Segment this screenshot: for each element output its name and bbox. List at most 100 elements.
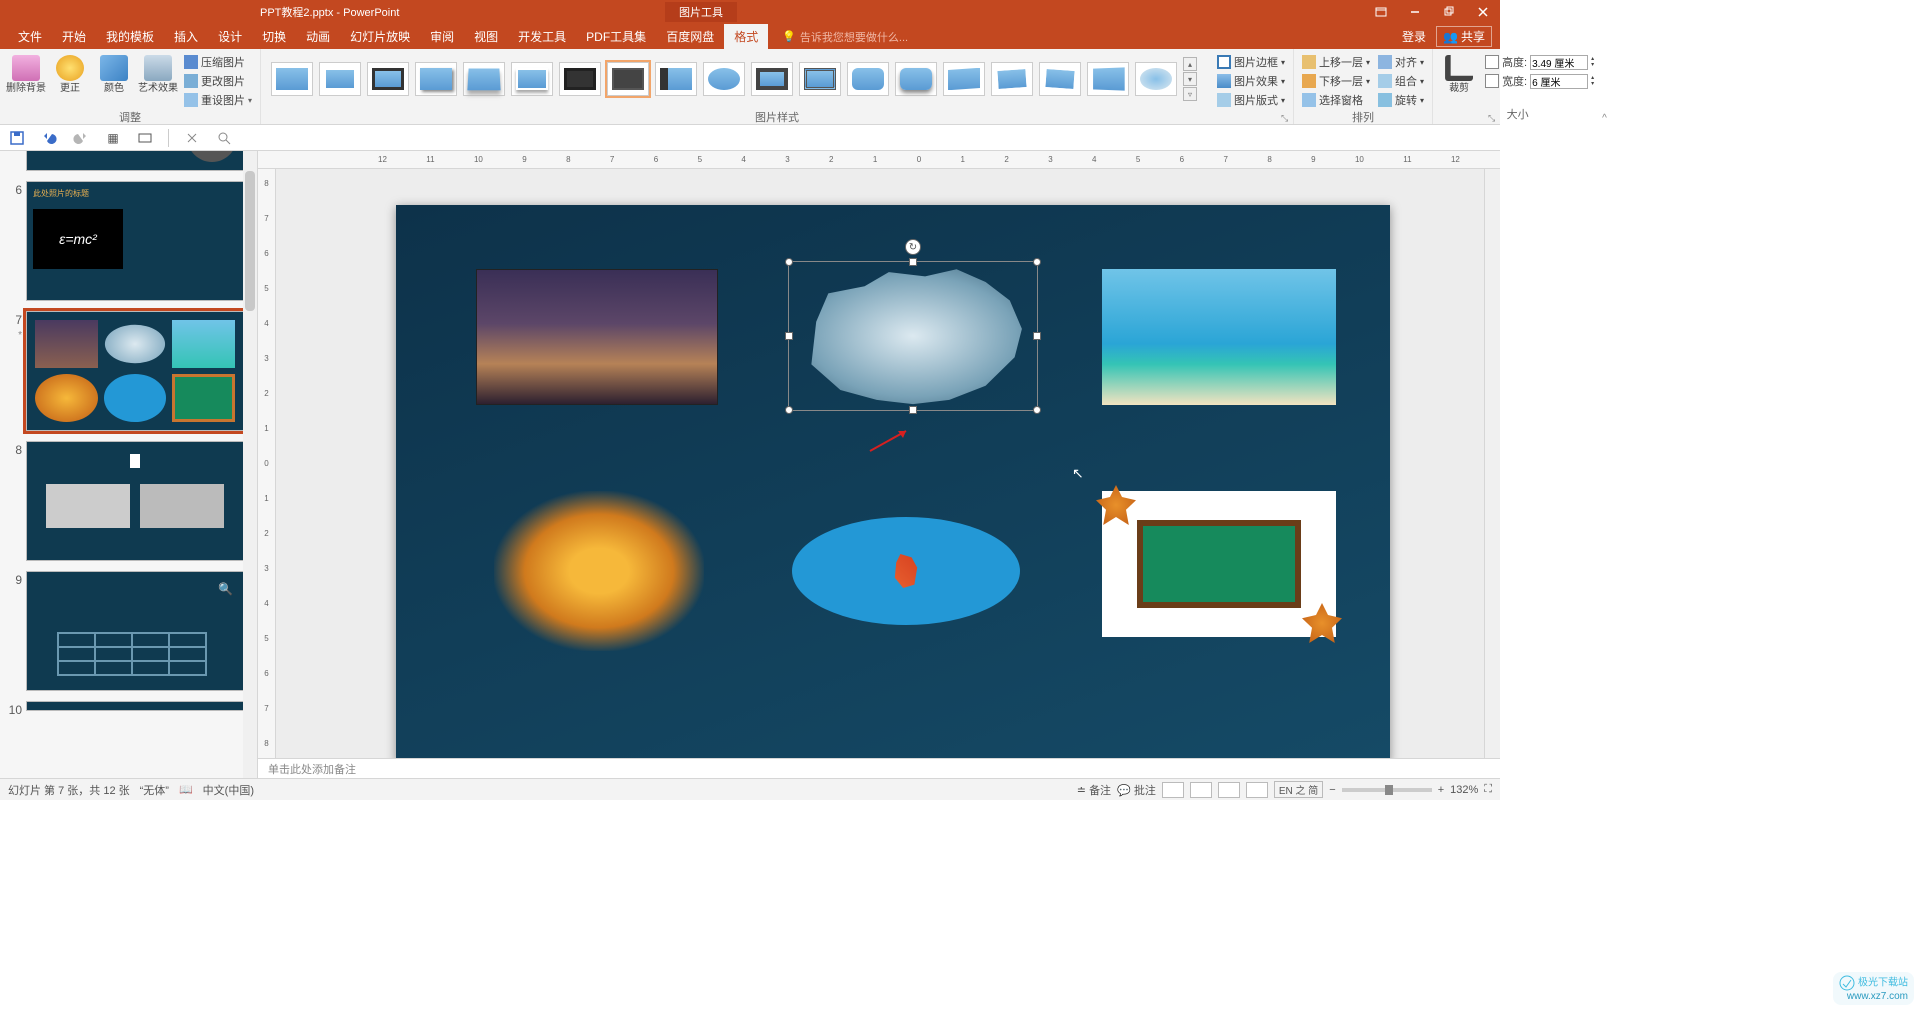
thumbnail-slide-10[interactable]: 10 — [8, 701, 253, 717]
style-thumb[interactable] — [559, 62, 601, 96]
picture-effects-button[interactable]: 图片效果▾ — [1215, 72, 1287, 90]
picture-oval-logo[interactable] — [792, 517, 1020, 625]
compress-pictures-button[interactable]: 压缩图片 — [182, 53, 254, 71]
search-icon[interactable] — [215, 129, 233, 147]
tab-slideshow[interactable]: 幻灯片放映 — [340, 24, 420, 49]
redo-icon[interactable] — [72, 129, 90, 147]
close-icon[interactable] — [1466, 0, 1500, 24]
tab-home[interactable]: 开始 — [52, 24, 96, 49]
style-thumb[interactable] — [847, 62, 889, 96]
thumbnail-slide-8[interactable]: 8 — [8, 441, 253, 561]
tab-view[interactable]: 视图 — [464, 24, 508, 49]
style-thumb[interactable] — [703, 62, 745, 96]
picture-cityscape[interactable] — [476, 269, 718, 405]
height-down-icon[interactable]: ▾ — [1591, 62, 1594, 68]
qat-icon[interactable]: ▦ — [104, 129, 122, 147]
resize-handle[interactable] — [1033, 332, 1041, 340]
resize-handle[interactable] — [909, 406, 917, 414]
collapse-ribbon-icon[interactable]: ^ — [1602, 49, 1607, 124]
editor-scrollbar[interactable] — [1484, 169, 1500, 758]
picture-beach[interactable] — [1102, 269, 1336, 405]
comments-button[interactable]: 💬 批注 — [1117, 782, 1156, 798]
gallery-up-icon[interactable]: ▴ — [1183, 57, 1197, 71]
style-thumb[interactable] — [655, 62, 697, 96]
minimize-icon[interactable] — [1398, 0, 1432, 24]
tab-insert[interactable]: 插入 — [164, 24, 208, 49]
status-language[interactable]: 中文(中国) — [203, 782, 254, 798]
corrections-button[interactable]: 更正 — [50, 51, 90, 94]
style-thumb[interactable] — [1039, 62, 1081, 96]
zoom-level[interactable]: 132% — [1450, 784, 1478, 796]
ime-indicator[interactable]: EN 之 简 — [1274, 781, 1323, 798]
gallery-down-icon[interactable]: ▾ — [1183, 72, 1197, 86]
rotate-handle-icon[interactable]: ↻ — [905, 239, 921, 255]
height-field[interactable]: 高度:▴▾ — [1483, 53, 1596, 71]
notes-button[interactable]: ≐ 备注 — [1077, 782, 1111, 798]
artistic-effects-button[interactable]: 艺术效果 — [138, 51, 178, 94]
picture-border-button[interactable]: 图片边框▾ — [1215, 53, 1287, 71]
slide-thumbnails-panel[interactable]: 6 此处照片的标题 ε=mc² 7* 8 9 — [0, 151, 258, 778]
style-thumb[interactable] — [991, 62, 1033, 96]
contextual-tab-label[interactable]: 图片工具 — [665, 2, 737, 22]
selection-pane-button[interactable]: 选择窗格 — [1300, 91, 1372, 109]
restore-icon[interactable] — [1432, 0, 1466, 24]
zoom-in-icon[interactable]: + — [1438, 784, 1444, 796]
thumbnail-slide-9[interactable]: 9 🔍 — [8, 571, 253, 691]
resize-handle[interactable] — [785, 406, 793, 414]
height-input[interactable] — [1530, 55, 1588, 70]
ribbon-options-icon[interactable] — [1364, 0, 1398, 24]
resize-handle[interactable] — [785, 258, 793, 266]
thumbnail-slide-5[interactable] — [8, 151, 253, 171]
change-picture-button[interactable]: 更改图片 — [182, 72, 254, 90]
fit-to-window-icon[interactable]: ⛶ — [1484, 783, 1492, 796]
save-icon[interactable] — [8, 129, 26, 147]
horizontal-ruler[interactable]: 1211109876543210123456789101112 — [258, 151, 1500, 169]
tab-anim[interactable]: 动画 — [296, 24, 340, 49]
tab-trans[interactable]: 切换 — [252, 24, 296, 49]
align-button[interactable]: 对齐▾ — [1376, 53, 1426, 71]
style-thumb[interactable] — [367, 62, 409, 96]
thumbnail-slide-7[interactable]: 7* — [8, 311, 253, 431]
bring-forward-button[interactable]: 上移一层▾ — [1300, 53, 1372, 71]
zoom-slider[interactable] — [1342, 788, 1432, 792]
style-thumb[interactable] — [1135, 62, 1177, 96]
spellcheck-icon[interactable]: 📖 — [179, 783, 193, 796]
style-thumb[interactable] — [271, 62, 313, 96]
share-button[interactable]: 👥 共享 — [1436, 26, 1492, 47]
style-thumb[interactable] — [1087, 62, 1129, 96]
picture-layout-button[interactable]: 图片版式▾ — [1215, 91, 1287, 109]
color-button[interactable]: 颜色 — [94, 51, 134, 94]
tab-format[interactable]: 格式 — [724, 24, 768, 49]
slide-stage[interactable]: ↻ — [276, 169, 1484, 758]
tab-file[interactable]: 文件 — [8, 24, 52, 49]
slideshow-view-icon[interactable] — [1246, 782, 1268, 798]
thumbnails-scrollbar[interactable] — [243, 151, 257, 778]
slide-canvas[interactable]: ↻ — [396, 205, 1390, 758]
style-thumb-selected[interactable] — [607, 62, 649, 96]
reset-picture-button[interactable]: 重设图片▾ — [182, 91, 254, 109]
tab-design[interactable]: 设计 — [208, 24, 252, 49]
notes-pane[interactable]: 单击此处添加备注 — [258, 758, 1500, 778]
rotate-button[interactable]: 旋转▾ — [1376, 91, 1426, 109]
style-thumb[interactable] — [319, 62, 361, 96]
crop-button[interactable]: 裁剪 — [1439, 51, 1479, 94]
style-thumb[interactable] — [463, 62, 505, 96]
style-thumb[interactable] — [511, 62, 553, 96]
style-thumb[interactable] — [799, 62, 841, 96]
picture-mountain-selected[interactable]: ↻ — [792, 265, 1034, 407]
send-backward-button[interactable]: 下移一层▾ — [1300, 72, 1372, 90]
resize-handle[interactable] — [785, 332, 793, 340]
normal-view-icon[interactable] — [1162, 782, 1184, 798]
zoom-handle[interactable] — [1385, 785, 1393, 795]
login-link[interactable]: 登录 — [1402, 28, 1426, 45]
zoom-out-icon[interactable]: − — [1329, 784, 1335, 796]
style-thumb[interactable] — [415, 62, 457, 96]
start-from-beginning-icon[interactable] — [136, 129, 154, 147]
thumbnail-slide-6[interactable]: 6 此处照片的标题 ε=mc² — [8, 181, 253, 301]
tab-dev[interactable]: 开发工具 — [508, 24, 576, 49]
tab-mytpl[interactable]: 我的模板 — [96, 24, 164, 49]
width-field[interactable]: 宽度:▴▾ — [1483, 72, 1596, 90]
undo-icon[interactable] — [40, 129, 58, 147]
style-thumb[interactable] — [943, 62, 985, 96]
style-thumb[interactable] — [895, 62, 937, 96]
